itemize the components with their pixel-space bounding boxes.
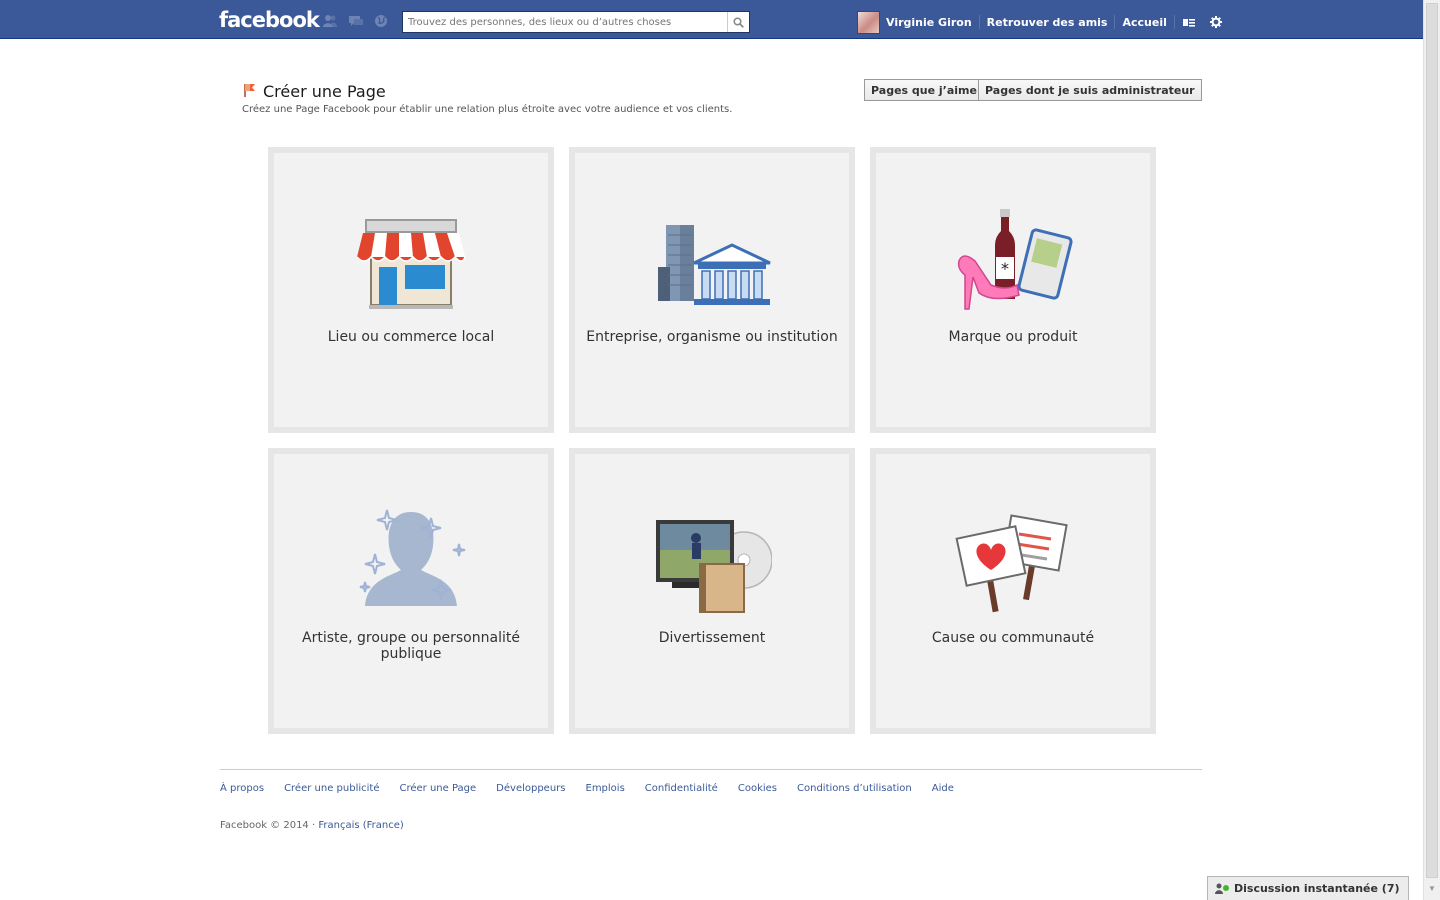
footer-link-developers[interactable]: Développeurs [496, 783, 565, 794]
card-label: Lieu ou commerce local [327, 329, 495, 345]
svg-text:*: * [1001, 259, 1009, 278]
footer-link-privacy[interactable]: Confidentialité [645, 783, 718, 794]
page-title: Créer une Page [263, 82, 386, 101]
category-card-company[interactable]: Entreprise, organisme ou institution [569, 147, 855, 433]
category-card-cause[interactable]: Cause ou communauté [870, 448, 1156, 734]
chat-sidebar-toggle[interactable]: Discussion instantanée (7) [1207, 876, 1409, 900]
category-card-local-business[interactable]: Lieu ou commerce local [268, 147, 554, 433]
facebook-logo[interactable]: facebook [219, 8, 320, 32]
profile-avatar[interactable] [857, 10, 880, 34]
card-label: Cause ou communauté [931, 630, 1095, 646]
search-button[interactable] [727, 12, 749, 32]
card-body: * Marque ou produit [876, 153, 1150, 427]
search-input[interactable] [403, 12, 728, 32]
signs-icon [955, 514, 1068, 613]
home-link[interactable]: Accueil [1115, 16, 1173, 29]
buildings-icon [658, 225, 771, 305]
search-box [402, 11, 750, 33]
footer-copyright: Facebook © 2014 · Français (France) [220, 820, 404, 831]
privacy-shortcuts-icon[interactable] [1181, 13, 1199, 31]
top-navigation-bar: facebook Virginie Giron Retrouver des am… [0, 0, 1423, 39]
search-icon [733, 16, 744, 28]
card-body: Cause ou communauté [876, 454, 1150, 728]
friend-requests-icon[interactable] [322, 14, 338, 28]
messages-icon[interactable] [348, 14, 364, 28]
storefront-icon [356, 219, 466, 309]
profile-link[interactable]: Virginie Giron [886, 16, 979, 29]
nav-divider [1173, 15, 1175, 29]
card-body: Entreprise, organisme ou institution [575, 153, 849, 427]
card-body: Divertissement [575, 454, 849, 728]
settings-gear-icon[interactable] [1207, 13, 1225, 31]
category-card-artist[interactable]: Artiste, groupe ou personnalité publique [268, 448, 554, 734]
footer-link-cookies[interactable]: Cookies [738, 783, 777, 794]
footer-divider [220, 769, 1202, 770]
notifications-globe-icon[interactable] [373, 14, 389, 28]
page-subtitle: Créez une Page Facebook pour établir une… [242, 104, 733, 115]
card-label: Divertissement [658, 630, 766, 646]
create-page-flag-icon [244, 84, 255, 97]
entertainment-icon [656, 520, 772, 613]
vertical-scrollbar[interactable]: ▼ [1423, 0, 1440, 900]
liked-pages-button[interactable]: Pages que j’aime [864, 79, 984, 101]
card-body: Lieu ou commerce local [274, 153, 548, 427]
admin-pages-button[interactable]: Pages dont je suis administrateur [978, 79, 1202, 101]
chat-status-icon [1215, 883, 1229, 894]
footer-link-create-ad[interactable]: Créer une publicité [284, 783, 379, 794]
footer-links: À propos Créer une publicité Créer une P… [220, 783, 954, 794]
products-icon: * [957, 209, 1073, 310]
scrollbar-thumb[interactable] [1426, 3, 1438, 878]
footer-link-help[interactable]: Aide [932, 783, 954, 794]
category-card-entertainment[interactable]: Divertissement [569, 448, 855, 734]
copyright-text: Facebook © 2014 · [220, 820, 319, 831]
scroll-down-arrow-icon[interactable]: ▼ [1424, 884, 1440, 898]
language-link[interactable]: Français (France) [318, 820, 403, 831]
chat-label: Discussion instantanée (7) [1234, 882, 1400, 895]
footer-link-careers[interactable]: Emplois [586, 783, 625, 794]
star-person-icon [359, 509, 466, 606]
card-label: Artiste, groupe ou personnalité publique [302, 630, 520, 662]
card-label: Entreprise, organisme ou institution [586, 329, 838, 345]
find-friends-link[interactable]: Retrouver des amis [980, 16, 1115, 29]
card-body: Artiste, groupe ou personnalité publique [274, 454, 548, 728]
footer-link-terms[interactable]: Conditions d’utilisation [797, 783, 912, 794]
footer-link-about[interactable]: À propos [220, 783, 264, 794]
card-label: Marque ou produit [948, 329, 1078, 345]
category-card-brand[interactable]: * Marque ou produit [870, 147, 1156, 433]
top-nav-right: Virginie Giron Retrouver des amis Accuei… [857, 10, 1225, 34]
footer-link-create-page[interactable]: Créer une Page [399, 783, 476, 794]
